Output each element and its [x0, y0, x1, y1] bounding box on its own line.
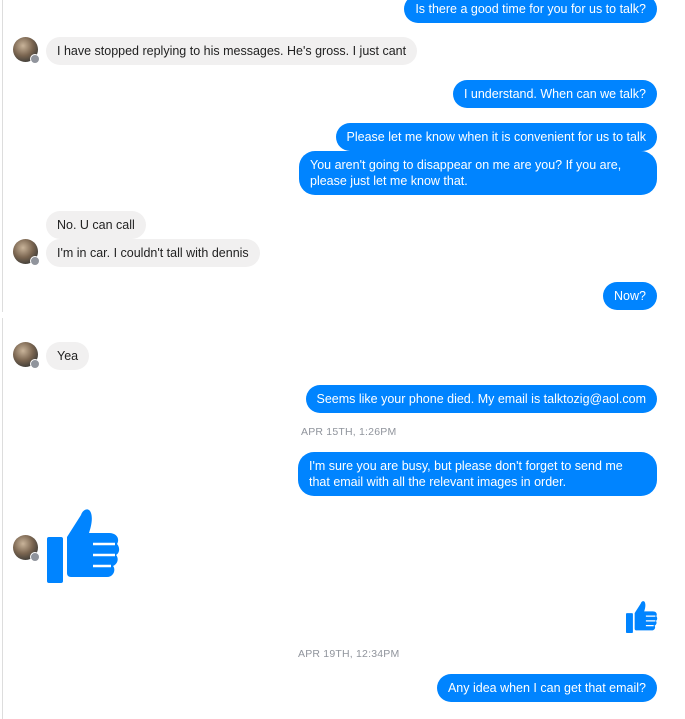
avatar[interactable]	[13, 37, 40, 64]
avatar[interactable]	[13, 535, 40, 562]
incoming-message[interactable]: I'm in car. I couldn't tall with dennis	[46, 239, 260, 267]
outgoing-message[interactable]: I understand. When can we talk?	[452, 80, 657, 108]
outgoing-message[interactable]: Please let me know when it is convenient…	[335, 123, 657, 151]
outgoing-message[interactable]: You aren't going to disappear on me are …	[299, 151, 657, 195]
messenger-badge-icon	[30, 552, 40, 562]
panel-divider	[2, 0, 3, 312]
outgoing-message[interactable]: I'm sure you are busy, but please don't …	[298, 452, 657, 496]
outgoing-message[interactable]: Is there a good time for you for us to t…	[404, 0, 657, 23]
timestamp: APR 15TH, 1:26PM	[301, 426, 397, 438]
thumbs-up-icon[interactable]	[626, 600, 658, 634]
thumbs-up-icon[interactable]	[47, 507, 121, 585]
outgoing-message[interactable]: Now?	[603, 282, 657, 310]
outgoing-message[interactable]: Seems like your phone died. My email is …	[305, 385, 657, 413]
avatar[interactable]	[13, 239, 40, 266]
incoming-message[interactable]: Yea	[46, 342, 90, 370]
outgoing-message[interactable]: Any idea when I can get that email?	[436, 674, 657, 702]
incoming-message[interactable]: No. U can call	[46, 211, 146, 239]
messenger-badge-icon	[30, 256, 40, 266]
incoming-message[interactable]: I have stopped replying to his messages.…	[46, 37, 418, 65]
conversation-thread: Is there a good time for you for us to t…	[0, 0, 685, 719]
timestamp: APR 19TH, 12:34PM	[298, 648, 400, 660]
panel-divider	[2, 318, 3, 719]
messenger-badge-icon	[30, 54, 40, 64]
avatar[interactable]	[13, 342, 40, 369]
messenger-badge-icon	[30, 359, 40, 369]
